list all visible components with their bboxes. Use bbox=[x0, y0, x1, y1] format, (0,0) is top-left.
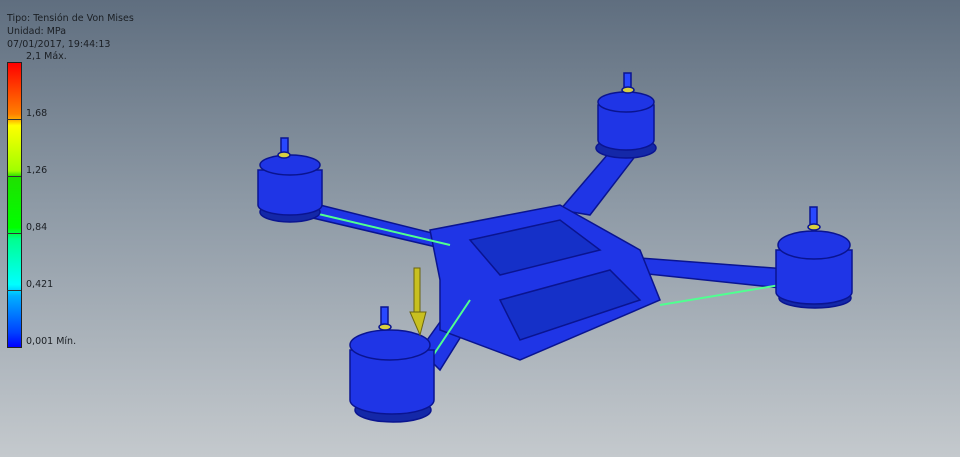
motor-right bbox=[775, 206, 853, 309]
motor-front-left bbox=[257, 137, 323, 223]
motor-back-right bbox=[595, 72, 657, 159]
load-arrow-icon bbox=[409, 267, 427, 337]
drone-frame-model[interactable] bbox=[0, 0, 960, 457]
